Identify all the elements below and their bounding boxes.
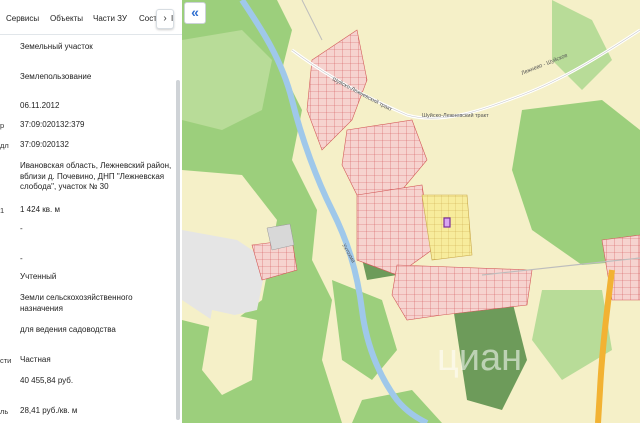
map-canvas: Шуйско-Лежневский тракт Лежнево - Шуйско… [182, 0, 640, 423]
field-cad-quarter: 37:09:020132 [20, 140, 69, 149]
double-chevron-left-icon[interactable]: « [184, 2, 206, 24]
label-stub-cad-number: р [0, 121, 5, 130]
tab-more-fragment: І [171, 14, 174, 23]
field-type: Земельный участок [20, 42, 93, 51]
tab-parts[interactable]: Части ЗУ [93, 14, 127, 23]
field-area: 1 424 кв. м [20, 205, 60, 214]
field-cad-value: 40 455,84 руб. [20, 376, 74, 385]
field-address: Ивановская область, Лежневский район, вб… [20, 161, 172, 191]
field-dash-2: - [20, 254, 23, 263]
field-category: Земли сельскохозяйственного назначения [20, 293, 133, 313]
tab-bar: Сервисы Объекты Части ЗУ Соста › І [0, 0, 182, 35]
field-kind: Землепользование [20, 72, 92, 81]
watermark-text: циан [437, 337, 522, 379]
field-ownership: Частная [20, 355, 51, 364]
info-panel: Сервисы Объекты Части ЗУ Соста › І Земел… [0, 0, 183, 423]
field-unit-value: 28,41 руб./кв. м [20, 406, 78, 415]
label-stub-area: 1 [0, 206, 5, 215]
field-dash-1: - [20, 224, 23, 233]
field-status: Учтенный [20, 272, 57, 281]
tab-services[interactable]: Сервисы [6, 14, 39, 23]
label-stub-unit-value: ль [0, 407, 9, 416]
map-view[interactable]: Шуйско-Лежневский тракт Лежнево - Шуйско… [182, 0, 640, 423]
selected-parcel [443, 217, 451, 228]
building-gray [266, 223, 295, 251]
tab-objects[interactable]: Объекты [50, 14, 83, 23]
field-date: 06.11.2012 [20, 101, 60, 110]
road-label-3: Шуйско-Лежневский тракт [422, 112, 489, 119]
label-stub-ownership: сти [0, 356, 12, 365]
panel-scrollbar[interactable] [176, 80, 180, 420]
label-stub-quarter: дл [0, 141, 9, 150]
field-cad-number: 37:09:020132:379 [20, 120, 85, 129]
field-use: для ведения садоводства [20, 325, 116, 334]
